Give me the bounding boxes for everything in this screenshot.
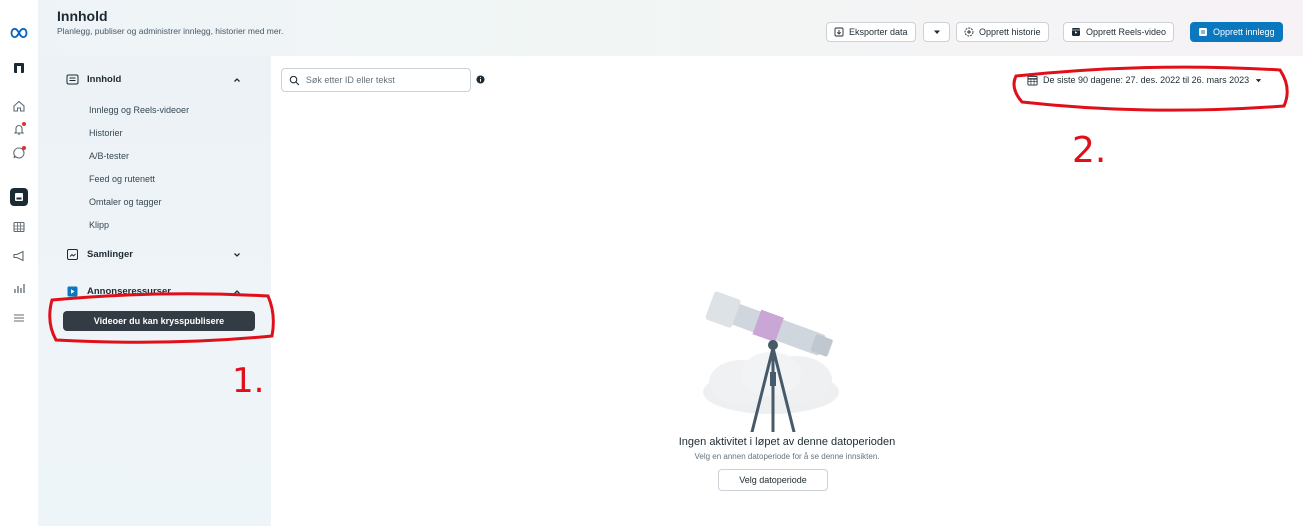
- create-reels-label: Opprett Reels-video: [1086, 27, 1167, 37]
- account-avatar-icon[interactable]: [10, 59, 28, 77]
- date-range-label: De siste 90 dagene: 27. des. 2022 til 26…: [1043, 75, 1250, 85]
- sidebar-item-ab-tests[interactable]: A/B-tester: [89, 151, 129, 161]
- section-collections-header[interactable]: Samlinger: [66, 246, 133, 262]
- create-post-label: Opprett innlegg: [1213, 27, 1275, 37]
- insights-icon[interactable]: [10, 279, 28, 297]
- content-sidebar: Innhold Innlegg og Reels-videoer Histori…: [38, 55, 270, 526]
- sidebar-item-mentions-tags[interactable]: Omtaler og tagger: [89, 197, 162, 207]
- ad-resources-icon: [67, 286, 78, 296]
- left-rail: [0, 0, 38, 526]
- export-data-label: Eksporter data: [849, 27, 908, 37]
- section-content-header[interactable]: Innhold: [66, 71, 121, 87]
- create-post-button[interactable]: Opprett innlegg: [1190, 22, 1283, 42]
- caret-down-icon: [1255, 78, 1262, 82]
- calendar-icon: [1027, 75, 1038, 86]
- chevron-up-icon[interactable]: [232, 75, 242, 85]
- info-icon[interactable]: [476, 75, 485, 84]
- content-icon[interactable]: [10, 188, 28, 206]
- export-icon: [834, 27, 844, 37]
- chevron-down-icon[interactable]: [232, 250, 242, 260]
- section-ad-resources-header[interactable]: Annonseressurser: [66, 283, 171, 299]
- empty-state-subtitle: Velg en annen datoperiode for å se denne…: [694, 452, 880, 461]
- menu-icon[interactable]: [10, 309, 28, 327]
- empty-state-title: Ingen aktivitet i løpet av denne datoper…: [678, 436, 896, 448]
- ads-megaphone-icon[interactable]: [10, 247, 28, 265]
- telescope-illustration: [703, 291, 839, 432]
- reels-icon: [1072, 28, 1080, 36]
- create-reels-button[interactable]: Opprett Reels-video: [1063, 22, 1175, 42]
- chevron-up-icon[interactable]: [232, 287, 242, 297]
- page-subtitle: Planlegg, publiser og administrer innleg…: [57, 26, 284, 36]
- caret-down-icon: [933, 30, 940, 34]
- export-dropdown-button[interactable]: [923, 22, 950, 42]
- home-icon[interactable]: [10, 97, 28, 115]
- search-input[interactable]: [305, 75, 463, 85]
- date-range-selector[interactable]: De siste 90 dagene: 27. des. 2022 til 26…: [1027, 72, 1263, 88]
- story-icon: [964, 27, 974, 37]
- sidebar-item-posts-reels[interactable]: Innlegg og Reels-videoer: [89, 105, 189, 115]
- messages-icon[interactable]: [10, 144, 28, 162]
- section-collections-label: Samlinger: [87, 248, 133, 260]
- collections-icon: [67, 248, 78, 260]
- planner-icon[interactable]: [10, 218, 28, 236]
- choose-date-range-button[interactable]: Velg datoperiode: [718, 469, 828, 491]
- content-list-icon: [66, 74, 79, 84]
- crosspost-videos-button[interactable]: Videoer du kan krysspublisere: [63, 311, 255, 331]
- post-icon: [1199, 28, 1207, 36]
- sidebar-item-feed-grid[interactable]: Feed og rutenett: [89, 174, 155, 184]
- search-box[interactable]: [281, 68, 471, 92]
- sidebar-item-clips[interactable]: Klipp: [89, 220, 109, 230]
- sidebar-item-stories[interactable]: Historier: [89, 128, 123, 138]
- search-icon: [289, 75, 300, 85]
- section-ad-resources-label: Annonseressurser: [87, 285, 171, 297]
- notifications-icon[interactable]: [10, 120, 28, 138]
- create-story-label: Opprett historie: [979, 27, 1041, 37]
- meta-logo-icon[interactable]: [8, 24, 30, 42]
- section-content-label: Innhold: [87, 73, 122, 85]
- create-story-button[interactable]: Opprett historie: [956, 22, 1049, 42]
- export-data-button[interactable]: Eksporter data: [826, 22, 916, 42]
- main-content-panel: De siste 90 dagene: 27. des. 2022 til 26…: [271, 56, 1303, 526]
- page-title: Innhold: [57, 8, 108, 24]
